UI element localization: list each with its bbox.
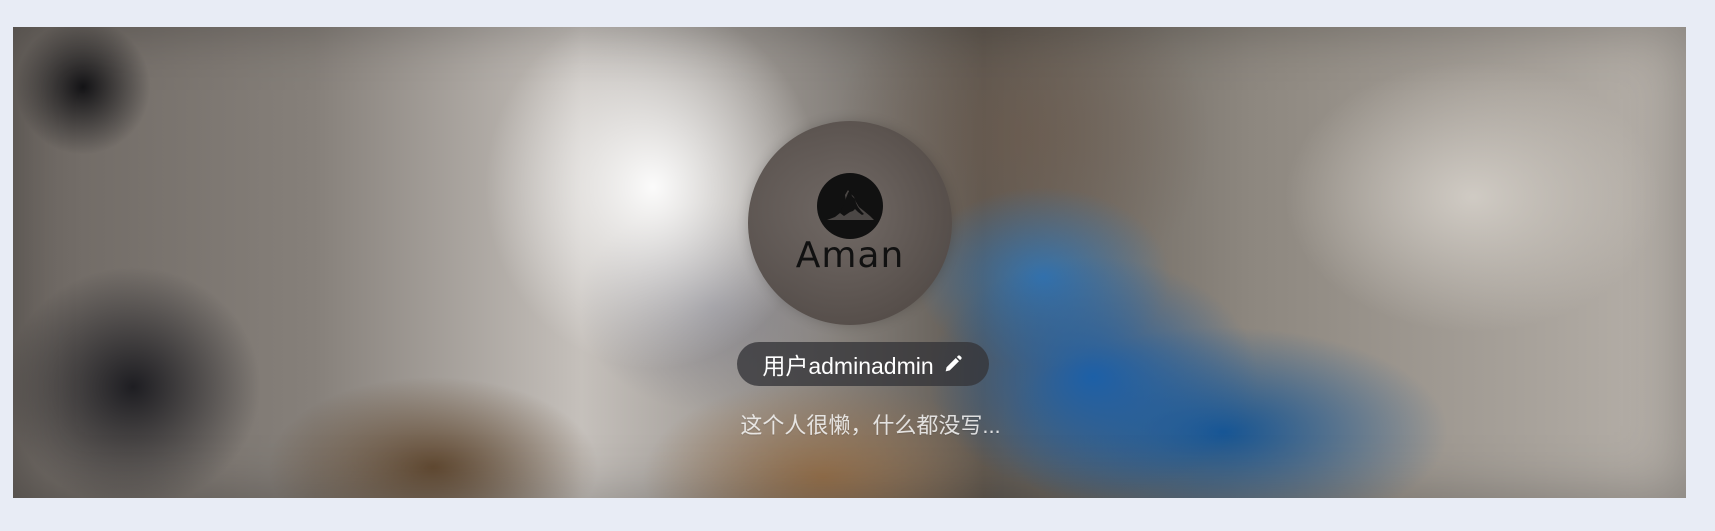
logo-text: Aman bbox=[795, 235, 905, 276]
pencil-icon bbox=[945, 355, 962, 372]
username-button[interactable]: 用户adminadmin bbox=[737, 342, 989, 386]
avatar[interactable]: Aman bbox=[748, 121, 952, 325]
wolf-icon bbox=[817, 173, 883, 239]
profile-bio: 这个人很懒，什么都没写... bbox=[740, 413, 1001, 438]
profile-banner: Aman 用户adminadmin 这个人很懒，什么都没写... bbox=[13, 27, 1686, 498]
username-label: 用户adminadmin bbox=[762, 353, 934, 379]
